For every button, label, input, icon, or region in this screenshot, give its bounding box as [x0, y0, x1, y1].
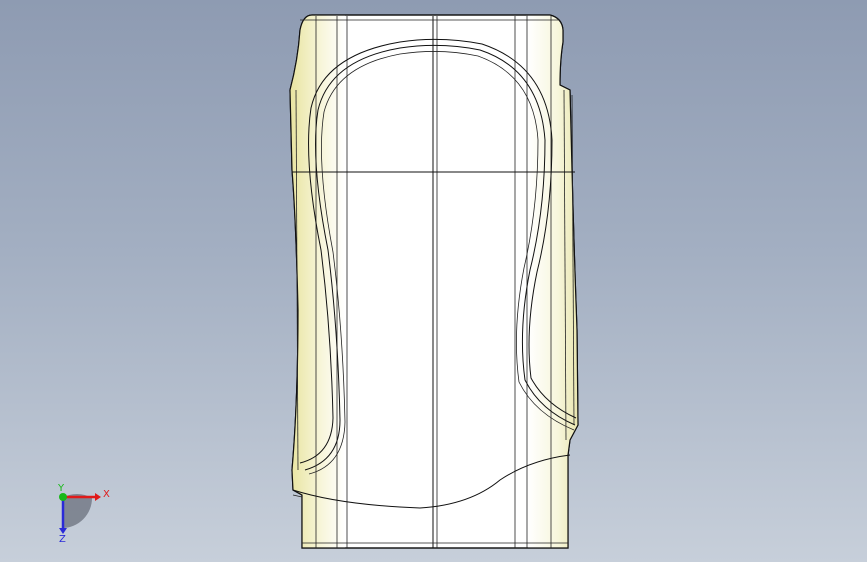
model-canvas[interactable]: X Y Z [0, 0, 867, 562]
x-axis-arrowhead [95, 493, 101, 501]
graphics-viewport[interactable]: X Y Z [0, 0, 867, 562]
orientation-triad[interactable]: X Y Z [57, 483, 110, 545]
y-axis-dot [59, 493, 67, 501]
y-axis-label: Y [57, 483, 65, 494]
x-axis-label: X [103, 489, 110, 500]
z-axis-label: Z [59, 534, 66, 545]
